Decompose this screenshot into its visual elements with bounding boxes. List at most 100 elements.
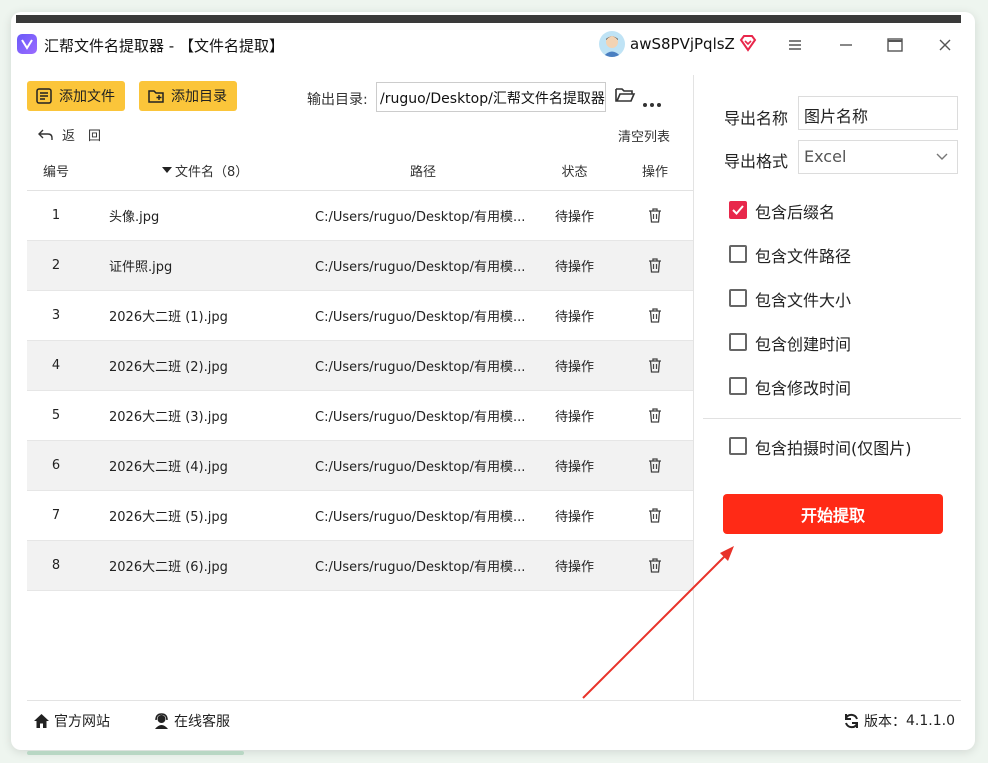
row-num: 6 [51, 458, 61, 473]
more-options-icon[interactable] [642, 93, 662, 112]
delete-icon[interactable] [635, 241, 675, 290]
option-label[interactable]: 包含文件大小 [755, 287, 851, 311]
vip-diamond-icon[interactable] [739, 34, 757, 56]
header-status: 状态 [561, 164, 588, 180]
version-info[interactable]: 版本： 4.1.1.0 [843, 711, 955, 731]
row-path: C:/Users/ruguo/Desktop/有用模... [315, 560, 526, 575]
menu-icon[interactable] [783, 33, 807, 57]
export-format-label: 导出格式 [724, 152, 789, 171]
chevron-down-icon [936, 153, 948, 160]
clear-list-button[interactable]: 清空列表 [618, 126, 670, 145]
header-path: 路径 [410, 164, 437, 180]
user-avatar[interactable] [599, 31, 625, 57]
table-row[interactable]: 8 2026大二班 (6).jpg C:/Users/ruguo/Desktop/有… [27, 541, 693, 591]
option-label[interactable]: 包含创建时间 [755, 331, 851, 355]
add-folder-button[interactable]: 添加目录 [139, 81, 237, 111]
option-label[interactable]: 包含后缀名 [755, 199, 835, 223]
row-filename: 2026大二班 (3).jpg [109, 410, 228, 425]
row-path: C:/Users/ruguo/Desktop/有用模... [315, 460, 526, 475]
table-body: 1 头像.jpg C:/Users/ruguo/Desktop/有用模... 待操作 2… [27, 191, 693, 591]
option-checkbox[interactable] [729, 437, 747, 455]
row-status: 待操作 [554, 510, 594, 525]
service-link[interactable]: 在线客服 [153, 711, 230, 731]
delete-icon[interactable] [635, 191, 675, 240]
back-button[interactable]: 返 回 [38, 125, 101, 144]
minimize-icon[interactable] [834, 33, 858, 57]
footer: 官方网站 在线客服 版本： 4.1.1.0 [27, 700, 961, 739]
output-dir-input[interactable]: /ruguo/Desktop/汇帮文件名提取器 [376, 82, 606, 112]
header-op: 操作 [641, 164, 668, 180]
option-checkbox[interactable] [729, 289, 747, 307]
customer-service-icon [155, 713, 168, 729]
option-label[interactable]: 包含文件路径 [755, 243, 851, 267]
export-panel: 导出名称 图片名称 导出格式 Excel 包含后缀名 包含文件路径 包含文件大小 包含… [703, 90, 961, 690]
export-name-input[interactable]: 图片名称 [798, 96, 958, 130]
option-checkbox[interactable] [729, 377, 747, 395]
header-name[interactable]: 文件名（8） [162, 150, 248, 190]
version-value: 4.1.1.0 [906, 713, 955, 729]
add-file-button[interactable]: 添加文件 [27, 81, 125, 111]
table-row[interactable]: 1 头像.jpg C:/Users/ruguo/Desktop/有用模... 待操作 [27, 191, 693, 241]
file-table: 编号 文件名（8） 路径 状态 操作 1 头像.jpg C:/Users/ruguo… [27, 150, 693, 591]
row-filename: 2026大二班 (2).jpg [109, 360, 228, 375]
row-status: 待操作 [554, 260, 594, 275]
header-num: 编号 [42, 164, 69, 180]
row-path: C:/Users/ruguo/Desktop/有用模... [315, 360, 526, 375]
option-checkbox[interactable] [729, 333, 747, 351]
export-format-select[interactable]: Excel [798, 140, 958, 174]
option-checkbox[interactable] [729, 201, 747, 219]
export-name-label: 导出名称 [724, 109, 789, 128]
export-format-value: Excel [804, 147, 847, 166]
delete-icon[interactable] [635, 291, 675, 340]
table-row[interactable]: 7 2026大二班 (5).jpg C:/Users/ruguo/Desktop/有… [27, 491, 693, 541]
table-row[interactable]: 2 证件照.jpg C:/Users/ruguo/Desktop/有用模... 待操作 [27, 241, 693, 291]
horizontal-scrollbar[interactable] [27, 751, 244, 755]
delete-icon[interactable] [635, 341, 675, 390]
title-bar: 汇帮文件名提取器 - 【文件名提取】 awS8PVjPqlsZ [16, 27, 961, 67]
row-filename: 头像.jpg [109, 210, 160, 225]
panel-divider [693, 75, 694, 700]
folder-open-icon[interactable] [614, 86, 636, 108]
row-num: 5 [51, 408, 61, 423]
row-status: 待操作 [554, 460, 594, 475]
add-folder-icon [148, 90, 164, 103]
row-num: 1 [51, 208, 61, 223]
table-row[interactable]: 5 2026大二班 (3).jpg C:/Users/ruguo/Desktop/有… [27, 391, 693, 441]
username[interactable]: awS8PVjPqlsZ [630, 35, 735, 53]
row-path: C:/Users/ruguo/Desktop/有用模... [315, 210, 526, 225]
window-title: 汇帮文件名提取器 - 【文件名提取】 [44, 37, 284, 55]
add-file-label: 添加文件 [59, 89, 115, 105]
close-icon[interactable] [933, 33, 957, 57]
options-separator [703, 418, 961, 419]
delete-icon[interactable] [635, 541, 675, 590]
delete-icon[interactable] [635, 391, 675, 440]
sort-down-icon [162, 167, 172, 173]
option-label[interactable]: 包含修改时间 [755, 375, 851, 399]
website-label: 官方网站 [54, 714, 110, 730]
row-num: 4 [51, 358, 61, 373]
row-path: C:/Users/ruguo/Desktop/有用模... [315, 510, 526, 525]
maximize-icon[interactable] [883, 33, 907, 57]
table-row[interactable]: 3 2026大二班 (1).jpg C:/Users/ruguo/Desktop/有… [27, 291, 693, 341]
refresh-icon [845, 713, 858, 729]
row-status: 待操作 [554, 360, 594, 375]
table-row[interactable]: 4 2026大二班 (2).jpg C:/Users/ruguo/Desktop/有… [27, 341, 693, 391]
row-filename: 2026大二班 (1).jpg [109, 310, 228, 325]
version-label: 版本： [864, 714, 906, 730]
app-logo-icon [17, 34, 37, 54]
option-checkbox[interactable] [729, 245, 747, 263]
website-link[interactable]: 官方网站 [33, 711, 110, 731]
delete-icon[interactable] [635, 491, 675, 540]
row-path: C:/Users/ruguo/Desktop/有用模... [315, 410, 526, 425]
home-icon [34, 714, 49, 728]
start-extract-button[interactable]: 开始提取 [723, 494, 943, 534]
table-row[interactable]: 6 2026大二班 (4).jpg C:/Users/ruguo/Desktop/有… [27, 441, 693, 491]
row-num: 3 [51, 308, 61, 323]
add-folder-label: 添加目录 [171, 89, 227, 105]
option-label[interactable]: 包含拍摄时间(仅图片) [755, 435, 912, 459]
row-num: 2 [51, 258, 61, 273]
header-name-label: 文件名（8） [175, 164, 249, 180]
window-top-band [16, 15, 961, 23]
table-header: 编号 文件名（8） 路径 状态 操作 [27, 150, 693, 191]
delete-icon[interactable] [635, 441, 675, 490]
